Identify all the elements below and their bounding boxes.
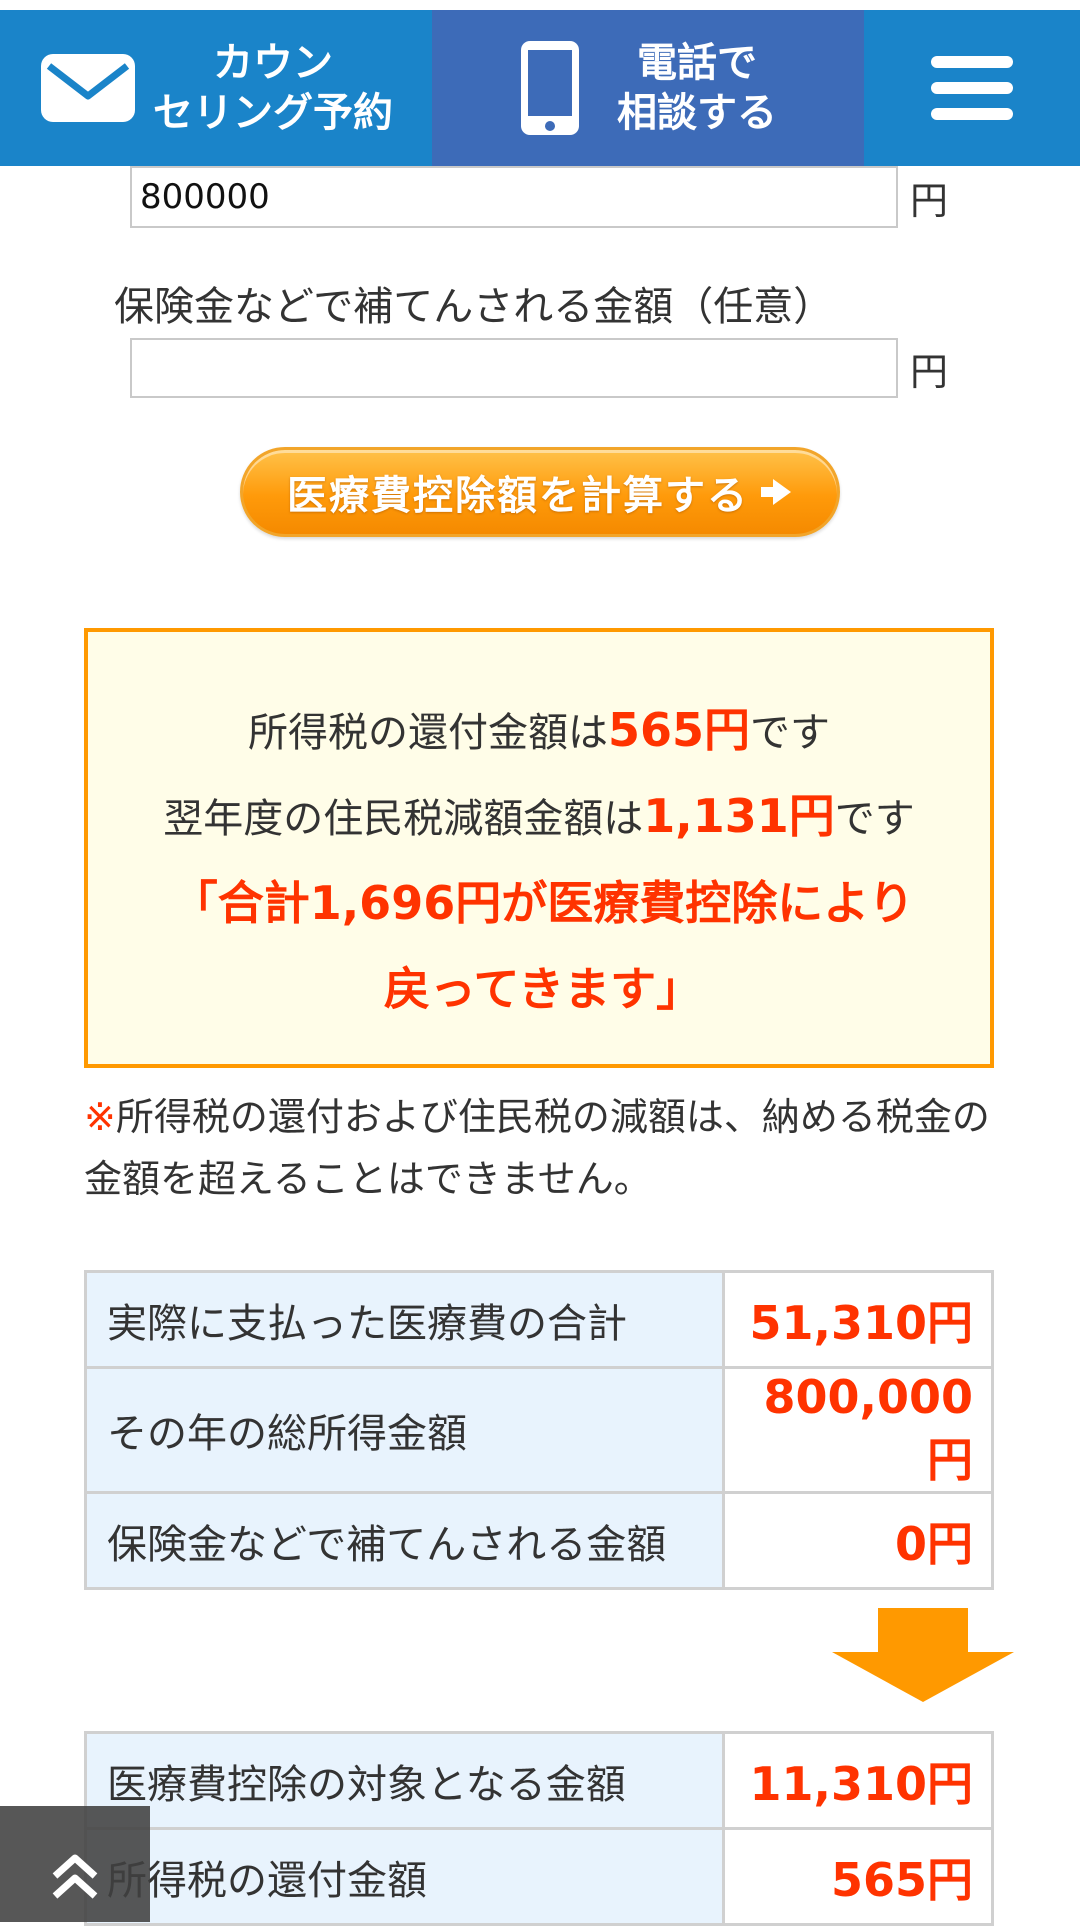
insurance-input-row: 円	[130, 338, 948, 398]
input-summary-table: 実際に支払った医療費の合計 51,310円 その年の総所得金額 800,000円…	[84, 1270, 994, 1590]
hamburger-menu-icon	[931, 56, 1013, 120]
result-box: 所得税の還付金額は565円です 翌年度の住民税減額金額は1,131円です 「合計…	[84, 628, 994, 1068]
smartphone-icon	[521, 41, 579, 135]
disclaimer-note: ※所得税の還付および住民税の減額は、納める税金の金額を超えることはできません。	[84, 1086, 1004, 1210]
income-input[interactable]	[130, 166, 898, 228]
table-row: その年の総所得金額 800,000円	[84, 1366, 994, 1494]
menu-button[interactable]	[864, 10, 1080, 166]
income-tax-refund-suffix: です	[750, 710, 831, 756]
counseling-reservation-button[interactable]: カウン セリング予約	[0, 10, 432, 166]
resident-tax-reduction-line: 翌年度の住民税減額金額は1,131円です	[88, 780, 990, 846]
table-row: 医療費控除の対象となる金額 11,310円	[84, 1731, 994, 1830]
insurance-unit: 円	[910, 349, 949, 394]
table-cell-value: 11,310円	[722, 1731, 994, 1830]
table-row: 実際に支払った医療費の合計 51,310円	[84, 1270, 994, 1369]
table-cell-value: 800,000円	[722, 1366, 994, 1494]
table-cell-label: 所得税の還付金額	[84, 1827, 725, 1926]
insurance-input[interactable]	[130, 338, 898, 398]
table-row: 所得税の還付金額 565円	[84, 1827, 994, 1926]
insurance-label: 保険金などで補てんされる金額（任意）	[114, 284, 834, 330]
table-cell-label: その年の総所得金額	[84, 1366, 725, 1494]
down-arrow-icon	[832, 1608, 1014, 1702]
note-text: 所得税の還付および住民税の減額は、納める税金の金額を超えることはできません。	[84, 1095, 990, 1201]
mail-icon	[41, 54, 135, 122]
table-cell-label: 保険金などで補てんされる金額	[84, 1491, 725, 1590]
income-tax-refund-line: 所得税の還付金額は565円です	[88, 694, 990, 760]
header-bar: カウン セリング予約 電話で 相談する	[0, 10, 1080, 166]
table-cell-value: 0円	[722, 1491, 994, 1590]
income-tax-refund-amount: 565円	[607, 703, 751, 757]
table-cell-value: 565円	[722, 1827, 994, 1926]
note-mark: ※	[84, 1095, 116, 1139]
double-chevron-up-icon	[52, 1854, 98, 1899]
resident-tax-reduction-prefix: 翌年度の住民税減額金額は	[163, 796, 644, 842]
phone-consult-button[interactable]: 電話で 相談する	[432, 10, 864, 166]
table-cell-label: 実際に支払った医療費の合計	[84, 1270, 725, 1369]
phone-consult-label: 電話で 相談する	[617, 40, 777, 136]
result-summary-table: 医療費控除の対象となる金額 11,310円 所得税の還付金額 565円	[84, 1731, 994, 1926]
back-to-top-button[interactable]	[0, 1806, 150, 1922]
calculate-deduction-button[interactable]: 医療費控除額を計算する	[240, 447, 840, 537]
resident-tax-reduction-suffix: です	[834, 796, 915, 842]
arrow-right-icon	[761, 479, 791, 505]
table-cell-value: 51,310円	[722, 1270, 994, 1369]
resident-tax-reduction-amount: 1,131円	[643, 789, 835, 843]
calculate-deduction-label: 医療費控除額を計算する	[287, 473, 749, 519]
income-unit: 円	[910, 178, 949, 223]
table-cell-label: 医療費控除の対象となる金額	[84, 1731, 725, 1830]
income-input-row: 円	[130, 166, 948, 228]
total-refund-message: 「合計1,696円が医療費控除により戻ってきます」	[171, 876, 915, 1016]
counseling-reservation-label: カウン セリング予約	[153, 40, 393, 136]
income-tax-refund-prefix: 所得税の還付金額は	[247, 710, 608, 756]
table-row: 保険金などで補てんされる金額 0円	[84, 1491, 994, 1590]
